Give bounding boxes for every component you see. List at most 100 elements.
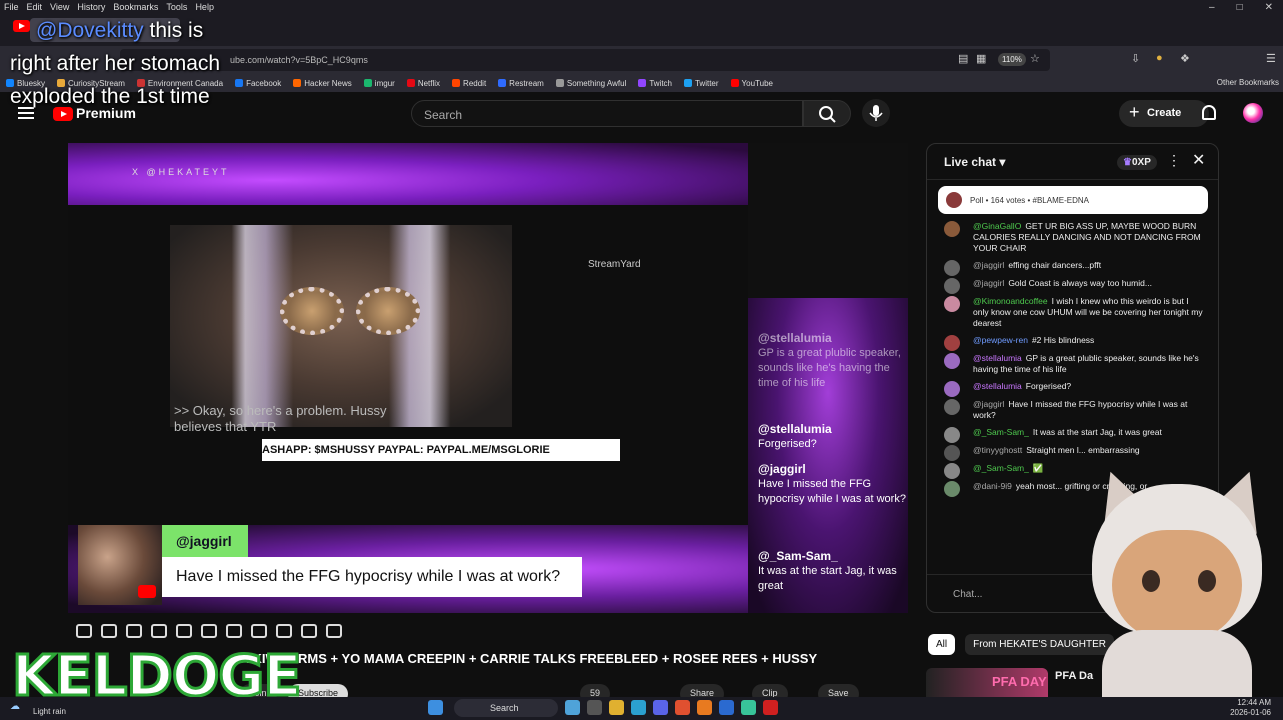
chat-author[interactable]: @stellalumia (973, 353, 1022, 363)
live-chat-header: Live chat ▾ 0XP ⋮ ✕ (927, 144, 1218, 180)
close-chat-icon[interactable]: ✕ (1192, 150, 1205, 170)
window-controls: – □ ✕ (1209, 0, 1273, 14)
mini-player-icon[interactable] (201, 624, 217, 638)
edge-icon[interactable] (631, 700, 646, 715)
chat-author[interactable]: @jaggirl (973, 399, 1004, 409)
menu-edit[interactable]: Edit (27, 2, 43, 12)
menu-view[interactable]: View (50, 2, 69, 12)
right-glasses-lens (356, 287, 420, 335)
face (1112, 530, 1242, 640)
bookmark-something-awful[interactable]: Something Awful (555, 79, 626, 88)
repeat-icon[interactable] (76, 624, 92, 638)
overlay-chat-message: @stellalumia Forgerised? (758, 422, 906, 452)
search-input[interactable]: Search (411, 100, 803, 127)
bookmark-star-icon[interactable]: ☆ (1030, 52, 1040, 65)
downloads-icon[interactable]: ⇩ (1131, 52, 1140, 65)
speed-icon[interactable] (226, 624, 242, 638)
chat-author[interactable]: @tinyyghostt (973, 445, 1022, 455)
menu-help[interactable]: Help (195, 2, 214, 12)
menu-tools[interactable]: Tools (166, 2, 187, 12)
cinema-icon[interactable] (151, 624, 167, 638)
closed-caption: >> Okay, so here's a problem. Hussy beli… (174, 403, 387, 435)
bookmark-twitch[interactable]: Twitch (638, 79, 672, 88)
chat-author[interactable]: @stellalumia (973, 381, 1022, 391)
discord-icon[interactable] (653, 700, 668, 715)
bookmark-twitter[interactable]: Twitter (683, 79, 719, 88)
menu-bookmarks[interactable]: Bookmarks (113, 2, 158, 12)
enhancer-toolbar (76, 624, 342, 638)
account-avatar[interactable] (1243, 103, 1263, 123)
overlay-chat-user: @stellalumia (758, 422, 832, 436)
audio-icon[interactable] (101, 624, 117, 638)
notifications-bell-icon[interactable] (1202, 105, 1216, 120)
chat-author[interactable]: @Kimonoandcoffee (973, 296, 1048, 306)
chat-message: @Kimonoandcoffee I wish I knew who this w… (927, 293, 1218, 332)
reddit-icon (452, 79, 461, 87)
zoom-level[interactable]: 110% (998, 53, 1026, 66)
settings-gear-icon[interactable] (326, 624, 342, 638)
streamer-camera (170, 225, 512, 427)
weather-text[interactable]: Light rain (33, 707, 66, 716)
chat-text: Gold Coast is always way too humid... (1008, 278, 1152, 288)
youtube-mini-icon (138, 585, 156, 598)
inner-stream-screen: StreamYard >> Okay, so here's a problem.… (68, 205, 748, 534)
minimize-icon[interactable]: – (1209, 2, 1215, 13)
chat-author[interactable]: @pewpew-ren (973, 335, 1028, 345)
avatar (944, 381, 960, 397)
keyboard-icon[interactable] (301, 624, 317, 638)
file-explorer-icon[interactable] (609, 700, 624, 715)
bookmark-reddit[interactable]: Reddit (452, 79, 486, 88)
taskbar-search[interactable]: Search (454, 699, 558, 717)
thumbnail-text: PFA DAY (992, 674, 1047, 689)
youtube-icon (730, 79, 739, 87)
more-options-icon[interactable]: ⋮ (1167, 152, 1181, 169)
voice-search-button[interactable] (862, 99, 890, 127)
create-button[interactable]: Create (1119, 100, 1209, 127)
bookmark-imgur[interactable]: imgur (363, 79, 395, 88)
chat-author[interactable]: @_Sam-Sam_ (973, 427, 1029, 437)
screenshot-icon[interactable] (276, 624, 292, 638)
reader-view-icon[interactable]: ▤ (958, 52, 968, 65)
streamyard-logo: StreamYard (588, 259, 641, 270)
system-clock[interactable]: 12:44 AM 2026-01-06 (1230, 698, 1271, 718)
menu-file[interactable]: File (4, 2, 19, 12)
chat-author[interactable]: @_Sam-Sam_ (973, 463, 1029, 473)
poll-banner[interactable]: Poll • 164 votes • #BLAME-EDNA (938, 186, 1208, 214)
bookmark-restream[interactable]: Restream (498, 79, 544, 88)
youtube-app-icon[interactable] (763, 700, 778, 715)
bookmark-youtube[interactable]: YouTube (730, 79, 773, 88)
search-button[interactable] (803, 100, 851, 127)
app-menu-icon[interactable]: ☰ (1266, 52, 1276, 65)
chat-author[interactable]: @dani-9i9 (973, 481, 1012, 491)
netflix-icon (406, 79, 415, 87)
extension-icon[interactable]: ● (1156, 52, 1163, 64)
maximize-icon[interactable]: □ (1237, 2, 1243, 13)
add-icon[interactable] (251, 624, 267, 638)
overlay-chat-user: @_Sam-Sam_ (758, 549, 838, 563)
live-chat-title[interactable]: Live chat ▾ (944, 155, 1005, 169)
chat-author[interactable]: @jaggirl (973, 278, 1004, 288)
bookmark-hacker-news[interactable]: Hacker News (293, 79, 352, 88)
chat-author[interactable]: @GinaGallO (973, 221, 1021, 231)
app-green-icon[interactable] (741, 700, 756, 715)
task-view-icon[interactable] (565, 700, 580, 715)
page-icon[interactable]: ▦ (976, 52, 986, 65)
app-icon[interactable] (587, 700, 602, 715)
firefox-icon[interactable] (697, 700, 712, 715)
avatar (944, 481, 960, 497)
bookmark-netflix[interactable]: Netflix (406, 79, 440, 88)
expand-icon[interactable] (176, 624, 192, 638)
chip-all[interactable]: All (928, 634, 956, 655)
word-icon[interactable] (719, 700, 734, 715)
menu-history[interactable]: History (77, 2, 105, 12)
other-bookmarks[interactable]: Other Bookmarks (1217, 78, 1279, 87)
windows-start-icon[interactable] (428, 700, 443, 715)
chat-author[interactable]: @jaggirl (973, 260, 1004, 270)
app-red-icon[interactable] (675, 700, 690, 715)
xp-badge[interactable]: 0XP (1117, 155, 1157, 170)
avatar (944, 278, 960, 294)
video-player[interactable]: X @HEKATEYT StreamYard >> Okay, so here'… (68, 143, 908, 613)
close-window-icon[interactable]: ✕ (1265, 2, 1273, 13)
extensions-puzzle-icon[interactable]: ❖ (1180, 52, 1190, 65)
filter-icon[interactable] (126, 624, 142, 638)
